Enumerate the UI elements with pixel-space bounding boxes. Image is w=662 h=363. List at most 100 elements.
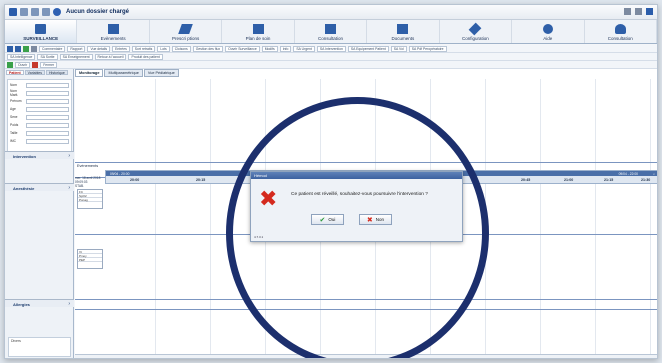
tab-label: Prescri ptions bbox=[171, 36, 200, 41]
toolbar-icon[interactable] bbox=[7, 45, 13, 52]
tab-consultation[interactable]: Consultation bbox=[295, 20, 368, 43]
tab-vue-pediatrique[interactable]: Vue Pédiatrique bbox=[143, 69, 179, 77]
app-logo-icon bbox=[9, 8, 17, 16]
events-label: Evènements bbox=[77, 164, 99, 168]
dialog-title: Hémod bbox=[251, 172, 462, 179]
tab-label: Configuration bbox=[461, 36, 489, 41]
power-icon[interactable] bbox=[53, 8, 61, 16]
user-icon bbox=[614, 24, 626, 34]
documents-icon bbox=[397, 24, 409, 34]
toolbar-button[interactable]: SA Sortie bbox=[37, 53, 58, 60]
age-field[interactable] bbox=[26, 106, 69, 112]
timeline-tick: 21:30 bbox=[641, 178, 651, 182]
field-label: Sexe bbox=[10, 115, 18, 119]
app-window: Aucun dossier chargé SURVEILLANCE Evènem… bbox=[4, 4, 658, 359]
zoom-icon[interactable]: ⌕ bbox=[653, 172, 655, 176]
toolbar-button[interactable]: Retour à l'accueil bbox=[94, 53, 127, 60]
toolbar-button[interactable]: Vue details bbox=[87, 45, 111, 52]
tab-monitorage[interactable]: Monitorage bbox=[75, 69, 104, 77]
field-label: Age bbox=[10, 107, 16, 111]
toolbar-button[interactable]: Gestion des flux bbox=[192, 45, 224, 52]
tab-label: Documents bbox=[391, 36, 415, 41]
tools-icon bbox=[468, 22, 482, 36]
toolbar-icon[interactable] bbox=[31, 45, 37, 52]
help-icon bbox=[542, 24, 553, 34]
field-label: Nom bbox=[10, 83, 17, 87]
bmi-field[interactable] bbox=[26, 138, 69, 144]
toolbar-button[interactable]: SA Enseignement bbox=[59, 53, 93, 60]
print-icon[interactable] bbox=[42, 8, 50, 16]
open-icon[interactable] bbox=[20, 8, 28, 16]
toolbar-row-3: Ouvrir Fermer bbox=[5, 61, 657, 69]
save-icon[interactable] bbox=[31, 8, 39, 16]
toolbar-button[interactable]: Ouvrir Surveillance bbox=[225, 45, 260, 52]
toolbar-button[interactable]: Modifs bbox=[261, 45, 278, 52]
open-button[interactable]: Ouvrir bbox=[15, 61, 31, 68]
tab-configuration[interactable]: Configuration bbox=[440, 20, 513, 43]
ventilation-table[interactable]: Vt Pmoy PEP bbox=[77, 249, 103, 269]
toolbar-button[interactable]: SA Intelligence bbox=[7, 53, 36, 60]
toolbar-button[interactable]: Commentaire bbox=[39, 45, 66, 52]
toolbar-button[interactable]: SA Equipement Patient bbox=[347, 45, 389, 52]
tab-consultation-user[interactable]: Consultation bbox=[585, 20, 657, 43]
tab-surveillance[interactable]: SURVEILLANCE bbox=[5, 20, 78, 43]
confirm-dialog: Hémod ✖ Ce patient est réveillé, souhait… bbox=[250, 171, 463, 242]
tab-patient[interactable]: Patient bbox=[6, 70, 24, 75]
section-anesthesie[interactable]: Anesthésie › bbox=[5, 183, 74, 191]
toolbar-button[interactable]: Info bbox=[279, 45, 292, 52]
toolbar-button[interactable]: Cloisons bbox=[171, 45, 191, 52]
tab-label: SURVEILLANCE bbox=[23, 36, 59, 41]
tab-plan-de-soin[interactable]: Plan de soin bbox=[222, 20, 295, 43]
firstname-field[interactable] bbox=[26, 98, 69, 104]
toolbar-row-2: SA Intelligence SA Sortie SA Enseignemen… bbox=[5, 53, 657, 61]
toolbar-button[interactable]: SA Intervention bbox=[316, 45, 346, 52]
tab-variables[interactable]: Variables bbox=[24, 70, 46, 75]
toolbar-icon[interactable] bbox=[15, 45, 21, 52]
tab-label: Plan de soin bbox=[245, 36, 271, 41]
vitals-table[interactable]: FC SpO2 Ponag bbox=[77, 189, 103, 209]
toolbar-button[interactable]: Rapport bbox=[67, 45, 86, 52]
toolbar-button[interactable]: Entrées bbox=[112, 45, 130, 52]
name-field[interactable] bbox=[26, 82, 69, 88]
timeline-tick: 20:15 bbox=[196, 178, 206, 182]
toolbar-button[interactable]: Lots bbox=[157, 45, 170, 52]
lock-icon[interactable] bbox=[624, 8, 631, 15]
toolbar-button[interactable]: Produit des patient bbox=[128, 53, 163, 60]
user-menu-icon[interactable] bbox=[646, 8, 653, 15]
maiden-name-field[interactable] bbox=[26, 90, 69, 96]
toolbar-button[interactable]: SA Urgent bbox=[293, 45, 315, 52]
weight-field[interactable] bbox=[26, 122, 69, 128]
sex-field[interactable] bbox=[26, 114, 69, 120]
tab-evenements[interactable]: Evènements bbox=[77, 20, 150, 43]
tab-label: Consultation bbox=[607, 36, 633, 41]
care-plan-icon bbox=[252, 24, 264, 34]
section-label: Anesthésie bbox=[13, 186, 35, 191]
patient-form: Nom Nom Marit. Prénom Age Sexe Poids Tai… bbox=[7, 79, 72, 159]
tab-aide[interactable]: Aide bbox=[512, 20, 585, 43]
toolbar-button[interactable]: SA Pdf Peropératoire bbox=[408, 45, 447, 52]
yes-label: Oui bbox=[328, 217, 336, 222]
tab-prescriptions[interactable]: Prescri ptions bbox=[150, 20, 223, 43]
section-allergies[interactable]: Allergies › bbox=[5, 299, 74, 307]
tab-documents[interactable]: Documents bbox=[367, 20, 440, 43]
table-row: PEP bbox=[78, 258, 102, 262]
events-icon bbox=[107, 24, 119, 34]
close-button[interactable]: Fermer bbox=[40, 61, 58, 68]
tab-multiparametrique[interactable]: Multiparamètrique bbox=[104, 69, 143, 77]
field-label: IMC bbox=[10, 139, 17, 143]
field-label: Nom Marit. bbox=[10, 89, 19, 97]
toolbar-icon[interactable] bbox=[23, 45, 29, 52]
toolbar-button[interactable]: SA Vol bbox=[390, 45, 407, 52]
section-intervention[interactable]: Intervention › bbox=[5, 151, 74, 159]
table-row: Ponag bbox=[78, 198, 102, 202]
toolbar-button[interactable]: Sort retraits bbox=[131, 45, 156, 52]
no-button[interactable]: ✖ Non bbox=[359, 214, 392, 225]
consultation-icon bbox=[324, 24, 336, 34]
tab-historique[interactable]: Historique bbox=[46, 70, 68, 75]
field-label: Prénom bbox=[10, 99, 22, 103]
comment-box[interactable]: Divers bbox=[8, 337, 71, 357]
height-field[interactable] bbox=[26, 130, 69, 136]
field-label: Taille bbox=[10, 131, 18, 135]
keyboard-icon[interactable] bbox=[635, 8, 642, 15]
yes-button[interactable]: ✔ Oui bbox=[311, 214, 344, 225]
